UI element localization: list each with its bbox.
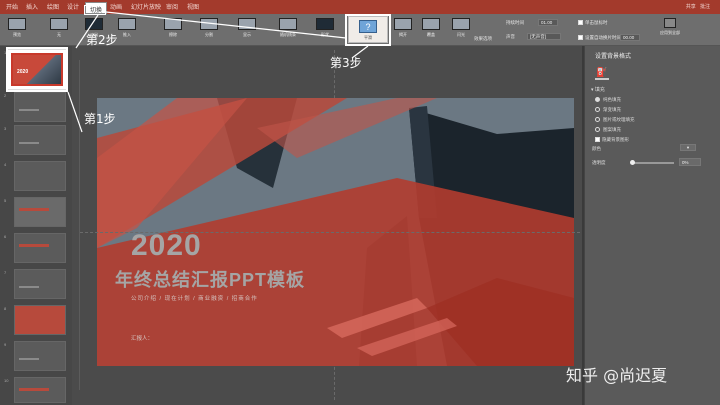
step2-label: 第2步 [86, 33, 118, 47]
step3-label: 第3步 [330, 56, 362, 70]
watermark: 知乎 @尚迟夏 [566, 366, 668, 385]
step1-label: 第1步 [84, 112, 116, 126]
